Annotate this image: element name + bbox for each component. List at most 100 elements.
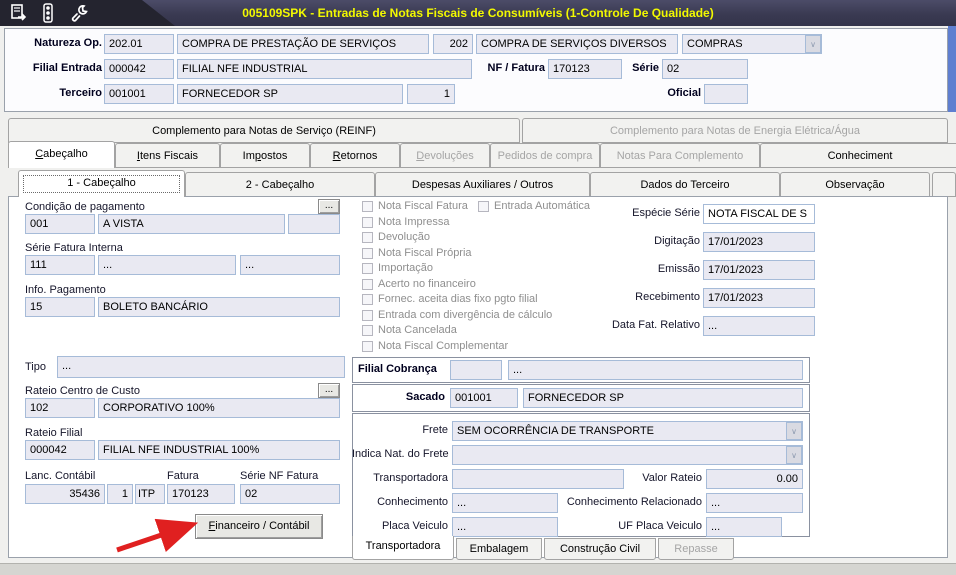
serie-fatura-interna-code-field[interactable]: 111 [25,255,95,275]
lanc-contabil-num-field[interactable]: 35436 [25,484,105,504]
info-pagamento-code-field[interactable]: 15 [25,297,95,317]
flag-nota-fiscal-propria-checkbox [362,248,373,259]
tab-retornos[interactable]: Retornos [310,143,400,168]
bottom-tab-embalagem[interactable]: Embalagem [456,538,542,560]
terceiro-label: Terceiro [12,87,102,99]
emissao-label: Emissão [580,263,700,275]
sub-tab-overflow-stub[interactable] [932,172,956,197]
rateio-centro-custo-desc-field[interactable]: CORPORATIVO 100% [98,398,340,418]
tab-conhecimento[interactable]: Conheciment [760,143,956,168]
sacado-desc-field[interactable]: FORNECEDOR SP [523,388,803,408]
natureza-op-code-field[interactable]: 202.01 [104,34,174,54]
rateio-filial-code-field[interactable]: 000042 [25,440,95,460]
info-pagamento-desc-field[interactable]: BOLETO BANCÁRIO [98,297,340,317]
transportadora-label: Transportadora [360,472,448,484]
title-bar: 005109SPK - Entradas de Notas Fiscais de… [0,0,956,26]
placa-veiculo-field[interactable]: ... [452,517,558,537]
indica-nat-frete-select[interactable] [452,445,803,465]
condicao-pagamento-extra-field[interactable] [288,214,340,234]
condicao-pagamento-desc-field[interactable]: A VISTA [98,214,285,234]
conhecimento-relacionado-field[interactable]: ... [706,493,803,513]
condicao-pagamento-code-field[interactable]: 001 [25,214,95,234]
rateio-filial-desc-field[interactable]: FILIAL NFE INDUSTRIAL 100% [98,440,340,460]
terceiro-loja-field[interactable]: 1 [407,84,455,104]
especie-serie-field[interactable]: NOTA FISCAL DE S [703,204,815,224]
flag-entrada-automatica-label: Entrada Automática [494,200,590,212]
flag-importacao-label: Importação [378,262,433,274]
rateio-filial-label: Rateio Filial [25,427,82,439]
conhecimento-label: Conhecimento [360,496,448,508]
natureza-op-desc-field[interactable]: COMPRA DE PRESTAÇÃO DE SERVIÇOS [177,34,429,54]
tab-itens-fiscais[interactable]: Itens Fiscais [115,143,220,168]
data-fat-relativo-field[interactable]: ... [703,316,815,336]
fatura-field[interactable]: 170123 [167,484,235,504]
tipo-field[interactable]: ... [57,356,345,378]
lanc-contabil-tipo-field[interactable]: ITP [135,484,165,504]
filial-cobranca-desc-field[interactable]: ... [508,360,803,380]
lanc-contabil-seq-field[interactable]: 1 [107,484,133,504]
flag-devolucao-checkbox [362,232,373,243]
serie-fatura-interna-desc-field[interactable]: ... [98,255,236,275]
bottom-tab-transportadora[interactable]: Transportadora [352,536,454,560]
digitacao-label: Digitação [580,235,700,247]
serie-field[interactable]: 02 [662,59,748,79]
uf-placa-veiculo-field[interactable]: ... [706,517,782,537]
filial-entrada-desc-field[interactable]: FILIAL NFE INDUSTRIAL [177,59,472,79]
grupo-code-field[interactable]: 202 [433,34,473,54]
sub-tab-1-cabecalho[interactable]: 1 - Cabeçalho [18,170,185,197]
flag-fornec-dias-fixo-label: Fornec. aceita dias fixo pgto filial [378,293,538,305]
condicao-pagamento-browse-button[interactable]: ... [318,199,340,214]
flag-nota-complementar-checkbox [362,341,373,352]
serie-label: Série [627,62,659,74]
rateio-centro-custo-label: Rateio Centro de Custo [25,385,140,397]
tab-impostos[interactable]: Impostos [220,143,310,168]
recebimento-field[interactable]: 17/01/2023 [703,288,815,308]
oficial-label: Oficial [649,87,701,99]
tipo-label: Tipo [25,361,46,373]
info-pagamento-label: Info. Pagamento [25,284,106,296]
chevron-down-icon[interactable]: ∨ [786,422,802,440]
chevron-down-icon[interactable]: ∨ [786,446,802,464]
tab-cabecalho[interactable]: Cabeçalho [8,141,115,168]
frete-select[interactable]: SEM OCORRÊNCIA DE TRANSPORTE [452,421,803,441]
terceiro-code-field[interactable]: 001001 [104,84,174,104]
sub-tab-despesas-auxiliares[interactable]: Despesas Auxiliares / Outros [375,172,590,197]
flag-divergencia-calculo-label: Entrada com divergência de cálculo [378,309,552,321]
valor-rateio-field[interactable]: 0.00 [706,469,803,489]
serie-nf-fatura-label: Série NF Fatura [240,470,318,482]
serie-nf-fatura-field[interactable]: 02 [240,484,340,504]
financeiro-contabil-button[interactable]: Financeiro / Contábil [195,514,323,539]
natureza-op-label: Natureza Op. [12,37,102,49]
emissao-field[interactable]: 17/01/2023 [703,260,815,280]
filial-cobranca-label: Filial Cobrança [358,363,437,375]
rateio-centro-custo-browse-button[interactable]: ... [318,383,340,398]
bottom-tab-construcao-civil[interactable]: Construção Civil [544,538,656,560]
nf-fatura-field[interactable]: 170123 [548,59,622,79]
sub-tab-dados-do-terceiro[interactable]: Dados do Terceiro [590,172,780,197]
flag-nota-complementar-label: Nota Fiscal Complementar [378,340,508,352]
conhecimento-relacionado-label: Conhecimento Relacionado [555,496,702,508]
flag-devolucao-label: Devolução [378,231,430,243]
tipo-operacao-select[interactable]: COMPRAS [682,34,822,54]
chevron-down-icon[interactable]: ∨ [805,35,821,53]
tab-notas-para-complemento: Notas Para Complemento [600,143,760,168]
sub-tab-2-cabecalho[interactable]: 2 - Cabeçalho [185,172,375,197]
window-title: 005109SPK - Entradas de Notas Fiscais de… [0,6,956,20]
sacado-code-field[interactable]: 001001 [450,388,518,408]
application-window: 005109SPK - Entradas de Notas Fiscais de… [0,0,956,575]
sub-tab-observacao[interactable]: Observação [780,172,930,197]
terceiro-desc-field[interactable]: FORNECEDOR SP [177,84,403,104]
flag-nota-fiscal-fatura-label: Nota Fiscal Fatura [378,200,468,212]
grupo-desc-field[interactable]: COMPRA DE SERVIÇOS DIVERSOS [476,34,678,54]
serie-fatura-interna-extra-field[interactable]: ... [240,255,340,275]
conhecimento-field[interactable]: ... [452,493,558,513]
tab-complemento-servico-reinf[interactable]: Complemento para Notas de Serviço (REINF… [8,118,520,143]
filial-cobranca-code-field[interactable] [450,360,502,380]
rateio-centro-custo-code-field[interactable]: 102 [25,398,95,418]
filial-entrada-code-field[interactable]: 000042 [104,59,174,79]
digitacao-field[interactable]: 17/01/2023 [703,232,815,252]
serie-fatura-interna-label: Série Fatura Interna [25,242,123,254]
oficial-field[interactable] [704,84,748,104]
transportadora-field[interactable] [452,469,624,489]
lanc-contabil-label: Lanc. Contábil [25,470,95,482]
